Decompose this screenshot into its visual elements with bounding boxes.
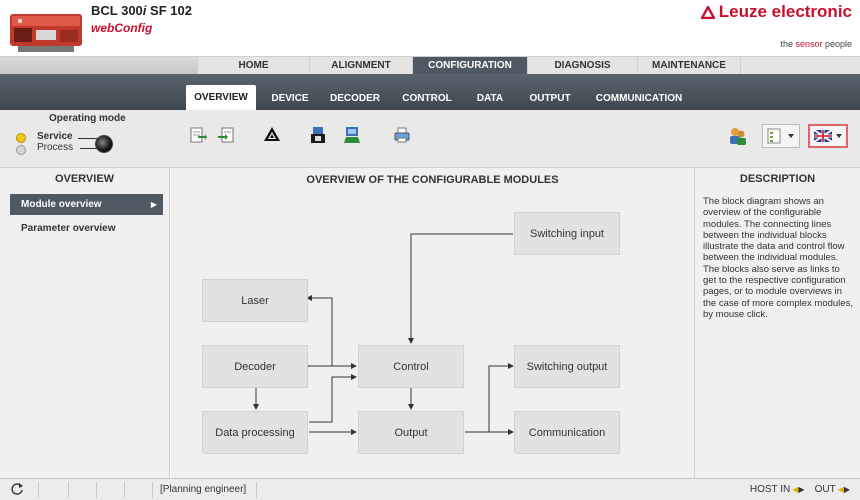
save-button[interactable] <box>308 125 328 145</box>
download-from-device-button[interactable] <box>217 125 237 145</box>
app-name: webConfig <box>91 21 153 35</box>
nav-item-label: Parameter overview <box>21 223 116 234</box>
block-switching-input[interactable]: Switching input <box>514 212 620 255</box>
main-nav: HOME ALIGNMENT CONFIGURATION DIAGNOSIS M… <box>0 56 860 74</box>
subtab-control[interactable]: CONTROL <box>396 87 458 110</box>
language-button[interactable] <box>808 124 848 148</box>
left-panel: OVERVIEW Module overview ▶ Parameter ove… <box>0 168 170 478</box>
process-mode-option[interactable]: Process <box>37 142 73 153</box>
service-led-icon <box>16 133 26 143</box>
download-from-device-icon <box>218 127 234 143</box>
status-divider <box>38 482 39 498</box>
status-bar: [Planning engineer] HOST IN ◀▶ OUT ◀▶ <box>0 478 860 500</box>
block-output[interactable]: Output <box>358 411 464 454</box>
tab-empty <box>740 57 860 74</box>
sub-nav: OVERVIEW DEVICE DECODER CONTROL DATA OUT… <box>0 74 860 110</box>
nav-item-label: Module overview <box>21 199 102 210</box>
refresh-icon-svg <box>11 483 23 495</box>
print-icon <box>394 127 410 143</box>
language-flag-icon <box>813 129 842 143</box>
nav-item-module-overview[interactable]: Module overview ▶ <box>10 194 163 215</box>
status-divider <box>68 482 69 498</box>
io-indicators: HOST IN ◀▶ OUT ◀▶ <box>750 484 850 495</box>
out-indicator: OUT ◀▶ <box>815 484 850 495</box>
subtab-overview[interactable]: OVERVIEW <box>186 85 256 110</box>
subtab-communication[interactable]: COMMUNICATION <box>588 87 690 110</box>
block-decoder[interactable]: Decoder <box>202 345 308 388</box>
user-role: [Planning engineer] <box>160 484 247 495</box>
service-mode-option[interactable]: Service <box>37 131 73 142</box>
toolbar: Operating mode Service Process <box>0 110 860 168</box>
host-in-indicator: HOST IN ◀▶ <box>750 484 805 495</box>
reset-button[interactable] <box>262 125 282 145</box>
view-menu-icon <box>767 128 794 144</box>
description-title: DESCRIPTION <box>739 173 816 185</box>
tab-diagnosis[interactable]: DIAGNOSIS <box>527 57 637 74</box>
tab-home[interactable]: HOME <box>197 57 309 74</box>
save-icon <box>311 127 325 143</box>
open-button[interactable] <box>343 125 363 145</box>
subtab-output[interactable]: OUTPUT <box>522 87 578 110</box>
chevron-right-icon: ▶ <box>150 200 157 209</box>
user-button[interactable] <box>725 124 751 148</box>
block-communication[interactable]: Communication <box>514 411 620 454</box>
host-in-activity-icon: ◀▶ <box>792 485 805 494</box>
subtab-data[interactable]: DATA <box>470 87 510 110</box>
description-panel: DESCRIPTION The block diagram shows an o… <box>694 168 860 478</box>
status-divider <box>96 482 97 498</box>
process-led-icon <box>16 145 26 155</box>
brand-tagline: the sensor people <box>780 39 852 49</box>
subtab-decoder[interactable]: DECODER <box>324 87 386 110</box>
mode-switch-knob[interactable] <box>95 135 113 153</box>
block-laser[interactable]: Laser <box>202 279 308 322</box>
tab-configuration[interactable]: CONFIGURATION <box>412 57 527 74</box>
left-panel-title: OVERVIEW <box>54 173 115 185</box>
out-activity-icon: ◀▶ <box>837 485 850 494</box>
status-divider <box>256 482 257 498</box>
host-in-label: HOST IN <box>749 484 791 495</box>
app-header: BCL 300i SF 102 webConfig Leuze electron… <box>0 0 860 56</box>
operating-mode-label: Operating mode <box>49 113 126 124</box>
upload-to-device-button[interactable] <box>188 125 208 145</box>
nav-item-parameter-overview[interactable]: Parameter overview <box>10 218 163 239</box>
module-diagram-panel: OVERVIEW OF THE CONFIGURABLE MODULES Swi… <box>171 168 694 478</box>
tab-alignment[interactable]: ALIGNMENT <box>309 57 412 74</box>
product-name: BCL 300i SF 102 <box>91 3 192 18</box>
open-icon <box>344 127 360 143</box>
status-divider <box>124 482 125 498</box>
brand-triangle-icon <box>700 5 715 19</box>
view-menu-button[interactable] <box>762 124 800 148</box>
main-nav-spacer <box>0 57 197 74</box>
block-data-processing[interactable]: Data processing <box>202 411 308 454</box>
user-icon <box>730 128 746 145</box>
brand-name: Leuze electronic <box>718 2 852 21</box>
block-switching-output[interactable]: Switching output <box>514 345 620 388</box>
subtab-device[interactable]: DEVICE <box>264 87 316 110</box>
refresh-icon[interactable] <box>10 482 24 499</box>
brand-logo: Leuze electronic <box>700 2 852 22</box>
description-text: The block diagram shows an overview of t… <box>703 196 853 320</box>
tab-maintenance[interactable]: MAINTENANCE <box>637 57 740 74</box>
out-label: OUT <box>814 484 836 495</box>
recycle-icon <box>264 127 280 141</box>
upload-to-device-icon <box>190 127 207 143</box>
print-button[interactable] <box>392 125 412 145</box>
device-image <box>10 14 82 52</box>
status-divider <box>152 482 153 498</box>
block-control[interactable]: Control <box>358 345 464 388</box>
